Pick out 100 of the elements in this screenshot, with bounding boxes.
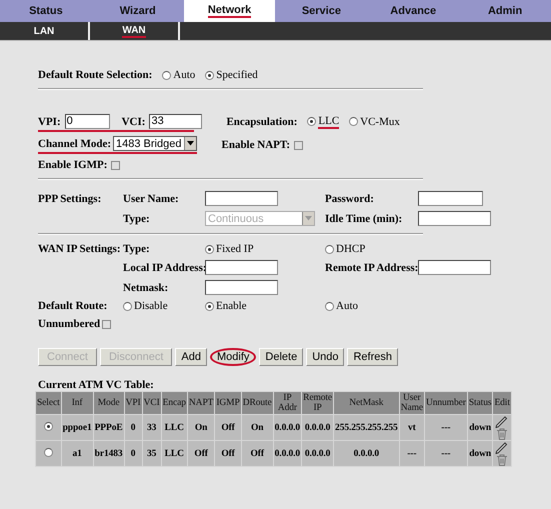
table-cell: --- (424, 441, 467, 466)
radio-button[interactable] (44, 422, 53, 430)
table-cell: 0.0.0.0 (302, 441, 334, 466)
option-label: Fixed IP (216, 243, 254, 255)
option-label: Disable (134, 300, 168, 312)
input-field[interactable]: 33 (149, 114, 202, 129)
radio-button[interactable] (162, 70, 172, 80)
field-label: Default Route Selection: (38, 69, 152, 81)
radio-button[interactable] (307, 117, 316, 126)
field-label: Enable IGMP: (38, 159, 108, 171)
column-header: Remote IP (302, 392, 334, 414)
column-header: Select (36, 392, 61, 414)
column-header: VCI (142, 392, 161, 414)
radio-button[interactable] (325, 302, 334, 310)
table-cell: vt (400, 415, 424, 440)
input-field[interactable] (205, 280, 278, 295)
column-header: DRoute (242, 392, 273, 414)
field-label: Netmask: (123, 282, 170, 294)
nav-tab[interactable]: Wizard (92, 0, 184, 22)
field-label: Enable NAPT: (221, 139, 290, 151)
field-label: User Name: (123, 192, 180, 204)
field-label: Channel Mode: (38, 138, 112, 150)
checkbox[interactable] (102, 320, 112, 328)
sub-tab[interactable]: LAN (0, 22, 90, 40)
table-cell: Off (242, 441, 273, 466)
column-header: Mode (94, 392, 124, 414)
table-cell: 255.255.255.255 (334, 415, 399, 440)
table-cell: --- (400, 441, 424, 466)
column-header: Unnumber (424, 392, 467, 414)
field-label: Type: (123, 212, 151, 224)
option-label: Specified (216, 69, 258, 81)
radio-button[interactable] (205, 244, 214, 254)
sub-tab[interactable]: WAN (90, 22, 180, 40)
radio-button[interactable] (44, 448, 53, 456)
option-label: VC-Mux (360, 116, 400, 128)
input-field[interactable]: 0 (64, 114, 110, 129)
table-cell: --- (424, 415, 467, 440)
table-cell: 0 (124, 415, 142, 440)
nav-tab[interactable]: Status (0, 0, 92, 22)
input-field[interactable] (205, 191, 278, 206)
column-header: Encap (162, 392, 187, 414)
nav-tab[interactable]: Service (275, 0, 368, 22)
field-label: Remote IP Address: (325, 262, 418, 274)
table-cell: 0 (124, 441, 142, 466)
table-cell: 33 (142, 415, 161, 440)
table-title: Current ATM VC Table: (38, 379, 155, 391)
table-cell: Off (215, 441, 241, 466)
field-label: Type: (123, 243, 151, 255)
radio-button[interactable] (349, 117, 358, 126)
section-label: PPP Settings: (38, 192, 102, 204)
table-cell: LLC (162, 441, 187, 466)
field-label: Unnumbered (38, 318, 100, 330)
table-cell: 35 (142, 441, 161, 466)
column-header: IGMP (215, 392, 241, 414)
input-field[interactable] (418, 191, 483, 206)
option-label: Auto (336, 300, 358, 312)
table-cell: Off (215, 415, 241, 440)
checkbox[interactable] (294, 140, 304, 150)
table-cell: 0.0.0.0 (274, 441, 302, 466)
field-label: Idle Time (min): (325, 212, 404, 224)
action-button[interactable]: Refresh (347, 348, 398, 366)
nav-tab[interactable]: Network (184, 0, 276, 22)
table-cell: On (242, 415, 273, 440)
field-label: Encapsulation: (226, 116, 298, 128)
section-label: WAN IP Settings: (38, 243, 122, 255)
radio-button[interactable] (123, 302, 132, 310)
table-cell: Off (188, 441, 214, 466)
radio-button[interactable] (205, 70, 214, 80)
dropdown[interactable]: 1483 Bridged (113, 136, 198, 151)
table-cell: 0.0.0.0 (334, 441, 399, 466)
table-cell: down (468, 415, 492, 440)
column-header: VPI (124, 392, 142, 414)
table-cell: br1483 (94, 441, 124, 466)
column-header: IP Addr (274, 392, 302, 414)
table-cell: down (468, 441, 492, 466)
column-header: Inf (62, 392, 93, 414)
column-header: Status (468, 392, 492, 414)
action-button[interactable]: Delete (259, 348, 304, 366)
input-field[interactable] (205, 260, 278, 275)
input-field[interactable] (418, 260, 491, 275)
checkbox[interactable] (111, 160, 120, 170)
table-cell: 0.0.0.0 (274, 415, 302, 440)
radio-button[interactable] (205, 302, 214, 310)
table-cell: LLC (162, 415, 187, 440)
caret-icon (305, 216, 312, 221)
column-header: User Name (400, 392, 424, 414)
column-header: NetMask (334, 392, 399, 414)
caret-icon (187, 141, 194, 146)
option-label: Auto (173, 69, 196, 81)
option-label: DHCP (336, 243, 366, 255)
table-cell: a1 (62, 441, 93, 466)
nav-tab[interactable]: Advance (367, 0, 460, 22)
nav-tab[interactable]: Admin (459, 0, 551, 22)
column-header: NAPT (188, 392, 214, 414)
action-button[interactable]: Undo (306, 348, 344, 366)
action-button[interactable]: Modify (210, 348, 256, 366)
radio-button[interactable] (325, 244, 334, 254)
field-label: VCI: (122, 116, 146, 128)
action-button[interactable]: Add (175, 348, 207, 366)
input-field[interactable] (418, 211, 491, 226)
